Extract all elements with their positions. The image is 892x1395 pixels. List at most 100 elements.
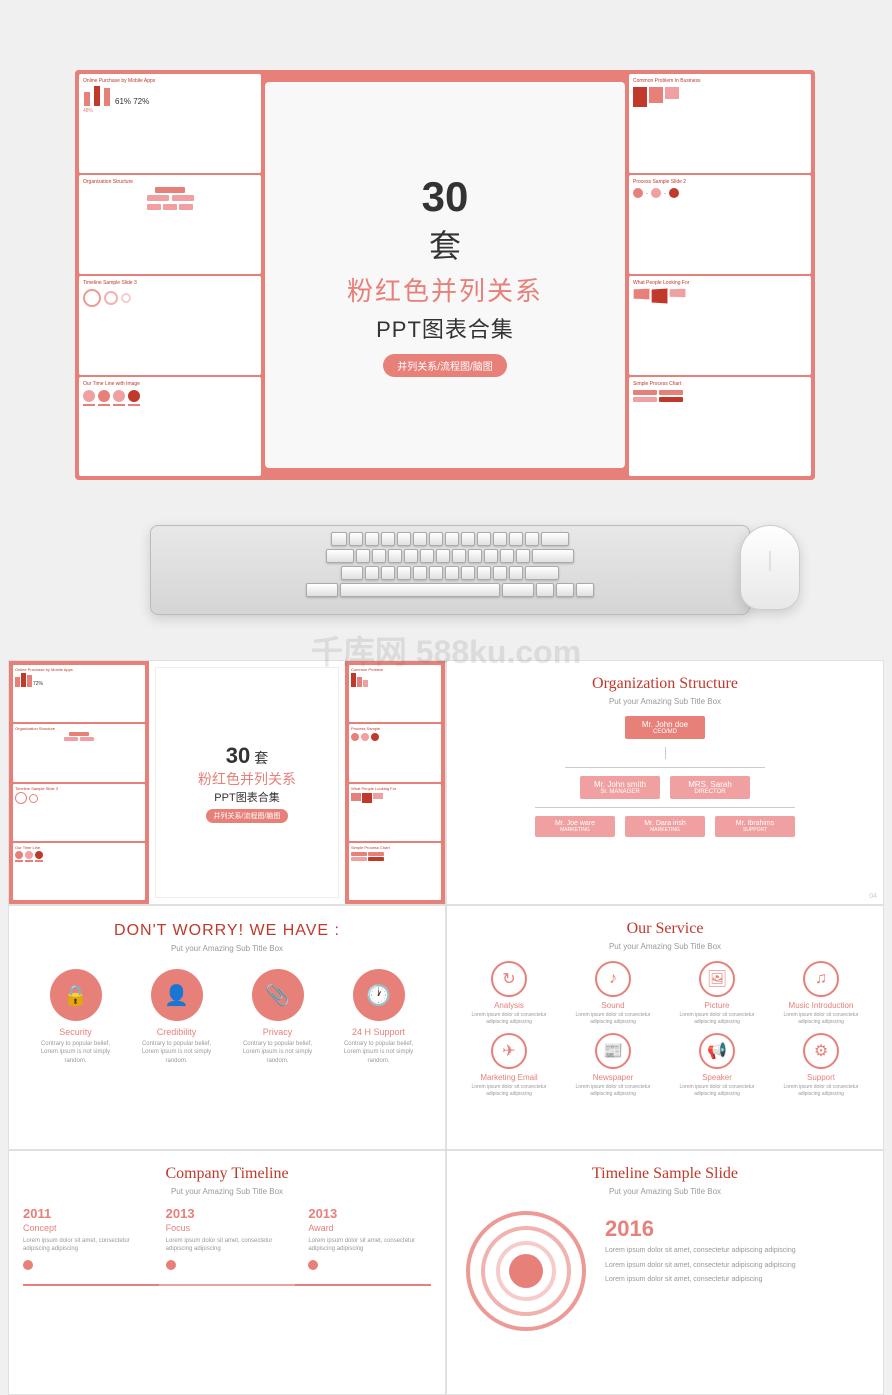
org-staff-3: Mr. Ibrahims SUPPORT <box>715 816 795 837</box>
service-newspaper: 📰 Newspaper Lorem ipsum dolor sit consec… <box>565 1033 661 1097</box>
service-marketing: ✈ Marketing Email Lorem ipsum dolor sit … <box>461 1033 557 1097</box>
title-cn: 粉红色并列关系 <box>347 271 543 308</box>
newspaper-desc: Lorem ipsum dolor sit consectetur adipis… <box>565 1084 661 1097</box>
timeline-items: 2011 Concept Lorem ipsum dolor sit amet,… <box>23 1206 431 1276</box>
timeline-text-2: Lorem ipsum dolor sit amet, consectetur … <box>166 1237 289 1254</box>
org-staff-3-name: Mr. Ibrahims <box>725 820 785 827</box>
service-support: ⚙ Support Lorem ipsum dolor sit consecte… <box>773 1033 869 1097</box>
timeline-event-2: Focus <box>166 1223 289 1233</box>
cover-subtitle: PPT图表合集 <box>198 789 296 805</box>
sound-name: Sound <box>601 1001 624 1010</box>
timeline-sample-subtitle: Put your Amazing Sub Title Box <box>461 1187 869 1196</box>
service-speaker: 📢 Speaker Lorem ipsum dolor sit consecte… <box>669 1033 765 1097</box>
org-staff-1-role: MARKETING <box>545 827 605 833</box>
timeline-sample-title: Timeline Sample Slide <box>461 1165 869 1183</box>
page-number: 04 <box>869 893 877 900</box>
service-grid: ↻ Analysis Lorem ipsum dolor sit consect… <box>461 961 869 1097</box>
cover-badge: 并列关系/流程图/脑图 <box>206 809 289 823</box>
sound-desc: Lorem ipsum dolor sit consectetur adipis… <box>565 1012 661 1025</box>
timeline-item-1: 2011 Concept Lorem ipsum dolor sit amet,… <box>23 1206 146 1276</box>
cover-right: 30 套 粉红色并列关系 PPT图表合集 并列关系/流程图/脑图 <box>155 667 339 898</box>
security-label: Security <box>59 1027 92 1037</box>
analysis-desc: Lorem ipsum dolor sit consectetur adipis… <box>461 1012 557 1025</box>
cover-mini-2: Organization Structure <box>13 724 145 781</box>
marketing-desc: Lorem ipsum dolor sit consectetur adipis… <box>461 1084 557 1097</box>
analysis-icon: ↻ <box>491 961 527 997</box>
keyboard <box>150 525 750 615</box>
org-staff-2: Mr. Dara irish MARKETING <box>625 816 705 837</box>
panel-company-timeline: Company Timeline Put your Amazing Sub Ti… <box>8 1150 446 1395</box>
service-title: Our Service <box>461 920 869 938</box>
org-manager-1: Mr. John smith Sr. MANAGER <box>580 776 660 799</box>
unit-label: 套 <box>429 228 461 264</box>
org-chart: Mr. John doe CEO/MD Mr. John smith Sr. M… <box>461 716 869 837</box>
timeline-item-3: 2013 Award Lorem ipsum dolor sit amet, c… <box>308 1206 431 1276</box>
org-manager-2-name: MRS. Sarah <box>680 780 740 789</box>
worry-subtitle: Put your Amazing Sub Title Box <box>25 944 429 953</box>
cover-right-mini: Common Problem Process Sample What Peopl… <box>345 661 445 904</box>
mini-slide-3: Timeline Sample Slide 3 <box>79 276 261 375</box>
speaker-desc: Lorem ipsum dolor sit consectetur adipis… <box>669 1084 765 1097</box>
cover-mini-4: Our Time Line <box>13 843 145 900</box>
music-icon: ♫ <box>803 961 839 997</box>
banner-center: 30 套 粉红色并列关系 PPT图表合集 并列关系/流程图/脑图 <box>265 82 625 468</box>
org-ceo-name: Mr. John doe <box>635 720 695 729</box>
cover-mini-1: Online Purchase by Mobile Apps 72% <box>13 665 145 722</box>
privacy-label: Privacy <box>263 1027 293 1037</box>
worry-item-security: 🔒 Security Contrary to popular belief, L… <box>36 969 116 1065</box>
mini-slide-r1: Common Problem In Business <box>629 74 811 173</box>
subtitle: PPT图表合集 <box>347 312 543 344</box>
panel-service: Our Service Put your Amazing Sub Title B… <box>446 905 884 1150</box>
cover-unit: 套 <box>254 748 268 768</box>
credibility-icon: 👤 <box>151 969 203 1021</box>
mini-slide-r2: Process Sample Slide 2 <box>629 175 811 274</box>
cover-right-mini-1: Common Problem <box>349 665 441 722</box>
banner-left-thumbnails: Online Purchase by Mobile Apps 61% 72% 4… <box>75 70 265 480</box>
timeline-year-label: 2016 <box>605 1216 869 1242</box>
timeline-year-1: 2011 <box>23 1206 146 1221</box>
service-support-name: Support <box>807 1073 835 1082</box>
cover-right-mini-2: Process Sample <box>349 724 441 781</box>
timeline-text-3: Lorem ipsum dolor sit amet, consectetur … <box>308 1237 431 1254</box>
sound-icon: ♪ <box>595 961 631 997</box>
cover-mini-3: Timeline Sample Slide 3 <box>13 784 145 841</box>
privacy-text: Contrary to popular belief, Lorem ipsum … <box>238 1040 318 1065</box>
org-manager-1-name: Mr. John smith <box>590 780 650 789</box>
picture-icon: 🖼 <box>699 961 735 997</box>
service-picture: 🖼 Picture Lorem ipsum dolor sit consecte… <box>669 961 765 1025</box>
center-content: 30 套 粉红色并列关系 PPT图表合集 并列关系/流程图/脑图 <box>327 153 563 397</box>
slide-count: 30 <box>347 173 543 221</box>
newspaper-name: Newspaper <box>593 1073 633 1082</box>
timeline-event-3: Award <box>308 1223 431 1233</box>
mini-slide-2: Organization Structure <box>79 175 261 274</box>
marketing-icon: ✈ <box>491 1033 527 1069</box>
org-manager-1-role: Sr. MANAGER <box>590 789 650 795</box>
support-icon: 🕐 <box>353 969 405 1021</box>
org-staff-1-name: Mr. Joe ware <box>545 820 605 827</box>
service-subtitle: Put your Amazing Sub Title Box <box>461 942 869 951</box>
worry-item-support: 🕐 24 H Support Contrary to popular belie… <box>339 969 419 1065</box>
mini-slide-4: Our Time Line with Image <box>79 377 261 476</box>
timeline-dot-3 <box>308 1260 318 1270</box>
cover-left: Online Purchase by Mobile Apps 72% Organ… <box>9 661 149 904</box>
cover-center-content: 30 套 粉红色并列关系 PPT图表合集 并列关系/流程图/脑图 <box>198 743 296 823</box>
analysis-name: Analysis <box>494 1001 524 1010</box>
worry-icons: 🔒 Security Contrary to popular belief, L… <box>25 969 429 1065</box>
picture-desc: Lorem ipsum dolor sit consectetur adipis… <box>669 1012 765 1025</box>
timeline-event-1: Concept <box>23 1223 146 1233</box>
newspaper-icon: 📰 <box>595 1033 631 1069</box>
org-ceo-box: Mr. John doe CEO/MD <box>625 716 705 739</box>
timeline-dot-2 <box>166 1260 176 1270</box>
music-desc: Lorem ipsum dolor sit consectetur adipis… <box>773 1012 869 1025</box>
mini-slide-r4: Simple Process Chart <box>629 377 811 476</box>
service-support-icon: ⚙ <box>803 1033 839 1069</box>
security-icon: 🔒 <box>50 969 102 1021</box>
privacy-icon: 📎 <box>252 969 304 1021</box>
speaker-name: Speaker <box>702 1073 732 1082</box>
timeline-text-1: Lorem ipsum dolor sit amet, consectetur … <box>23 1237 146 1254</box>
timeline-sample-text: Lorem ipsum dolor sit amet, consectetur … <box>605 1246 869 1257</box>
picture-name: Picture <box>705 1001 730 1010</box>
org-manager-2: MRS. Sarah DIRECTOR <box>670 776 750 799</box>
timeline-item-2: 2013 Focus Lorem ipsum dolor sit amet, c… <box>166 1206 289 1276</box>
speaker-icon: 📢 <box>699 1033 735 1069</box>
